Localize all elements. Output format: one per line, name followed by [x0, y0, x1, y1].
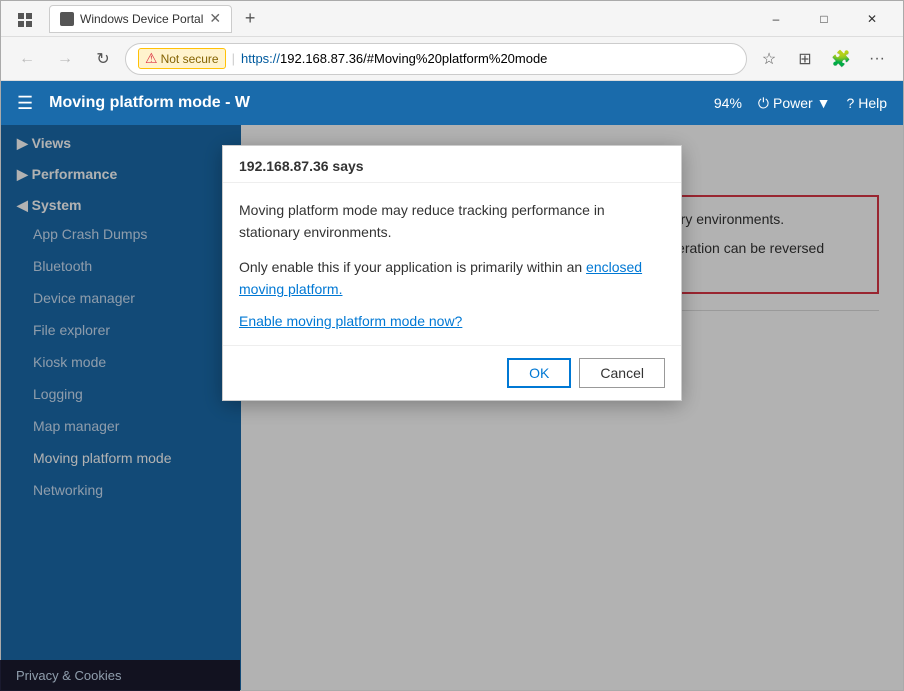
maximize-button[interactable]: □ — [801, 1, 847, 37]
more-button[interactable]: ··· — [861, 43, 893, 75]
browser-frame: Windows Device Portal ✕ + – □ ✕ ← → ↻ ⚠ … — [0, 0, 904, 691]
extensions-button[interactable]: 🧩 — [825, 43, 857, 75]
security-warning: ⚠ Not secure — [138, 48, 226, 69]
tab-close-button[interactable]: ✕ — [209, 10, 221, 27]
url-address: 192.168.87.36/#Moving%20platform%20mode — [280, 51, 547, 66]
tab-strip: Windows Device Portal ✕ + — [9, 3, 745, 35]
dialog-body: Moving platform mode may reduce tracking… — [223, 183, 681, 345]
tab-title: Windows Device Portal — [80, 12, 203, 26]
cancel-button[interactable]: Cancel — [579, 358, 665, 388]
refresh-button[interactable]: ↻ — [87, 43, 119, 75]
power-icon: ⏻ — [758, 95, 769, 112]
forward-button[interactable]: → — [49, 43, 81, 75]
hamburger-menu[interactable]: ☰ — [17, 93, 33, 114]
power-arrow: ▼ — [817, 95, 831, 111]
header-right: 94% ⏻ Power ▼ ? Help — [714, 95, 887, 112]
dialog-header: 192.168.87.36 says — [223, 146, 681, 183]
dialog-overlay: 192.168.87.36 says Moving platform mode … — [1, 125, 903, 690]
active-tab[interactable]: Windows Device Portal ✕ — [49, 5, 232, 33]
collections-button[interactable]: ⊞ — [789, 43, 821, 75]
browser-menu-icon[interactable] — [16, 10, 34, 28]
dialog-footer: OK Cancel — [223, 345, 681, 400]
window-controls: – □ ✕ — [753, 1, 895, 37]
app-container: ☰ Moving platform mode - W 94% ⏻ Power ▼… — [1, 81, 903, 690]
power-button[interactable]: ⏻ Power ▼ — [758, 95, 831, 112]
url-protocol: https:// — [241, 51, 280, 66]
minimize-button[interactable]: – — [753, 1, 799, 37]
ok-button[interactable]: OK — [507, 358, 571, 388]
app-title: Moving platform mode - W — [49, 94, 698, 112]
nav-bar: ← → ↻ ⚠ Not secure | https://192.168.87.… — [1, 37, 903, 81]
url-separator: | — [232, 51, 235, 66]
dialog-link: enclosed moving platform. — [239, 259, 642, 297]
dialog: 192.168.87.36 says Moving platform mode … — [222, 145, 682, 401]
new-tab-button[interactable]: + — [236, 5, 264, 33]
title-bar: Windows Device Portal ✕ + – □ ✕ — [1, 1, 903, 37]
dialog-message-2: Only enable this if your application is … — [239, 256, 665, 301]
address-bar[interactable]: ⚠ Not secure | https://192.168.87.36/#Mo… — [125, 43, 747, 75]
dialog-title: 192.168.87.36 says — [239, 158, 665, 174]
back-button[interactable]: ← — [11, 43, 43, 75]
favorites-button[interactable]: ☆ — [753, 43, 785, 75]
app-header: ☰ Moving platform mode - W 94% ⏻ Power ▼… — [1, 81, 903, 125]
close-button[interactable]: ✕ — [849, 1, 895, 37]
security-label: Not secure — [161, 52, 219, 66]
dialog-question: Enable moving platform mode now? — [239, 313, 665, 329]
help-button[interactable]: ? Help — [847, 95, 887, 111]
power-label: Power — [773, 95, 813, 111]
dialog-message-1: Moving platform mode may reduce tracking… — [239, 199, 665, 244]
app-body: ▶ Views ▶ Performance ◀ System App Crash… — [1, 125, 903, 690]
tab-favicon — [60, 12, 74, 26]
warning-icon: ⚠ — [145, 50, 158, 67]
url-text: https://192.168.87.36/#Moving%20platform… — [241, 51, 547, 66]
nav-actions: ☆ ⊞ 🧩 ··· — [753, 43, 893, 75]
battery-label: 94% — [714, 95, 742, 111]
